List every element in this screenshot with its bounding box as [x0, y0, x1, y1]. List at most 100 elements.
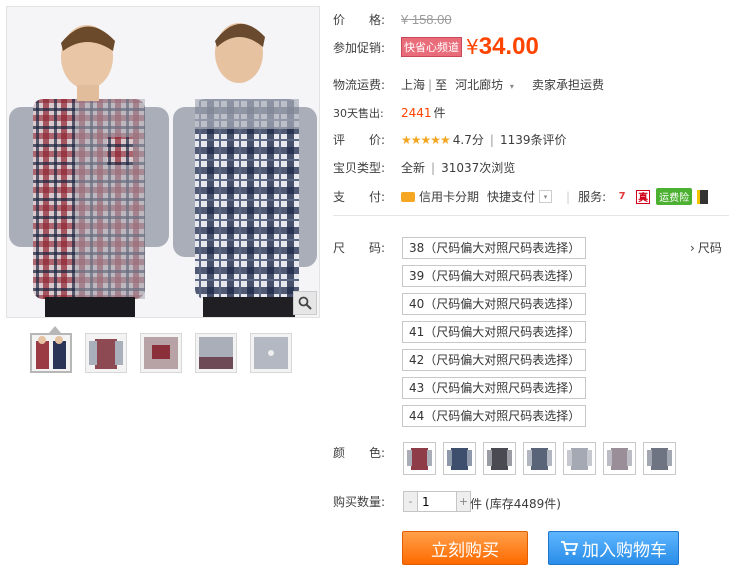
size-chart-link[interactable]: › 尺码 [690, 239, 722, 256]
rating-score: 4.7分 [452, 133, 484, 147]
swatch-image [407, 448, 432, 470]
size-label: 尺 码: [333, 241, 386, 255]
reviews-link[interactable]: 1139条评价 [500, 131, 567, 148]
rating-row: 评 价: ★★★★★ 4.7分 | 1139条评价 [333, 131, 566, 148]
ship-destination-select[interactable]: 河北廊坊 ▾ [455, 76, 514, 93]
rating-stars: ★★★★★ [401, 132, 451, 147]
service-label: 服务: [578, 190, 607, 204]
size-option-39[interactable]: 39（尺码偏大对照尺码表选择） [402, 265, 586, 287]
product-photo [7, 7, 319, 317]
promo-row: 参加促销: 快省心频道 ¥ 34.00 [333, 33, 539, 61]
quantity-label-row: 购买数量: [333, 493, 401, 510]
size-label-row: 尺 码: [333, 239, 401, 256]
currency-symbol: ¥ [466, 35, 479, 59]
rating-sep: | [489, 132, 494, 147]
buy-now-button[interactable]: 立刻购买 [402, 531, 528, 565]
quantity-label: 购买数量: [333, 495, 386, 509]
thumbnail-5[interactable] [250, 333, 292, 373]
color-label: 颜 色: [333, 446, 386, 460]
color-swatch-1[interactable] [403, 442, 436, 475]
size-option-40[interactable]: 40（尺码偏大对照尺码表选择） [402, 293, 586, 315]
thumb-image [89, 339, 123, 369]
type-value: 全新 [401, 161, 426, 175]
color-swatch-4[interactable] [523, 442, 556, 475]
price-row: 价 格: ¥ 158.00 [333, 11, 452, 28]
color-swatch-7[interactable] [643, 442, 676, 475]
size-option-44[interactable]: 44（尺码偏大对照尺码表选择） [402, 405, 586, 427]
genuine-guarantee-icon[interactable]: 真 [636, 189, 651, 204]
color-swatch-5[interactable] [563, 442, 596, 475]
zoom-button[interactable] [293, 291, 317, 315]
sales-unit: 件 [433, 106, 446, 120]
shipping-insurance-badge[interactable]: 运费险 [656, 188, 693, 205]
stock-count: (库存4489件) [485, 497, 561, 511]
ship-from: 上海 [401, 78, 426, 92]
thumb-indicator [49, 326, 61, 333]
expand-icon[interactable]: ▾ [539, 190, 553, 203]
thumb-image [199, 337, 233, 369]
color-swatch-2[interactable] [443, 442, 476, 475]
promo-price: 34.00 [478, 33, 539, 60]
chevron-down-icon: ▾ [509, 82, 514, 91]
seven-day-return-icon[interactable]: 7 [614, 189, 630, 205]
swatch-image [567, 448, 592, 470]
size-option-43[interactable]: 43（尺码偏大对照尺码表选择） [402, 377, 586, 399]
size-option-41[interactable]: 41（尺码偏大对照尺码表选择） [402, 321, 586, 343]
payment-label: 支 付: [333, 190, 386, 204]
shipping-row: 物流运费: 上海 | 至 河北廊坊 ▾ 卖家承担运费 [333, 76, 604, 93]
type-row: 宝贝类型: 全新 | 31037次浏览 [333, 159, 515, 176]
promo-badge[interactable]: 快省心频道 [401, 37, 462, 57]
sales-label: 30天售出: [333, 106, 384, 120]
ship-to: 河北廊坊 [455, 78, 504, 92]
quantity-input[interactable] [417, 492, 457, 511]
promo-label: 参加促销: [333, 40, 386, 55]
cart-icon [561, 541, 578, 556]
thumbnail-strip [30, 333, 292, 373]
quantity-unit: 件 [470, 497, 483, 511]
payment-row: 支 付: 信用卡分期 快捷支付 ▾ | 服务: 7 真 运费险 [333, 188, 709, 205]
magnifier-icon [298, 296, 312, 310]
thumb-image [144, 337, 178, 369]
swatch-image [647, 448, 672, 470]
type-label: 宝贝类型: [333, 161, 386, 175]
size-option-38[interactable]: 38（尺码偏大对照尺码表选择） [402, 237, 586, 259]
credit-card-icon [401, 191, 415, 202]
thumbnail-2[interactable] [85, 333, 127, 373]
thumb-image [36, 336, 66, 369]
color-swatch-3[interactable] [483, 442, 516, 475]
more-services-icon[interactable] [697, 189, 709, 204]
view-count: 31037次浏览 [441, 161, 516, 175]
stock-info: 件 (库存4489件) [470, 495, 561, 512]
size-chart-text: 尺码 [697, 241, 722, 255]
ship-sep: | [428, 77, 433, 92]
thumbnail-1[interactable] [30, 333, 72, 373]
rating-label: 评 价: [333, 133, 386, 147]
shipping-label: 物流运费: [333, 78, 386, 92]
quick-pay-link[interactable]: 快捷支付 [487, 188, 535, 205]
thumb-image [254, 337, 288, 369]
type-sep: | [431, 160, 436, 175]
thumbnail-4[interactable] [195, 333, 237, 373]
quantity-minus-button[interactable]: - [404, 492, 417, 511]
sales-row: 30天售出: 2441 件 [333, 104, 446, 121]
swatch-image [527, 448, 552, 470]
quantity-stepper: - + [403, 491, 471, 512]
add-to-cart-label: 加入购物车 [582, 540, 667, 561]
price-label: 价 格: [333, 13, 386, 27]
section-divider [333, 215, 729, 216]
sales-count: 2441 [401, 105, 432, 120]
size-option-42[interactable]: 42（尺码偏大对照尺码表选择） [402, 349, 586, 371]
credit-installment-link[interactable]: 信用卡分期 [419, 188, 479, 205]
swatch-image [607, 448, 632, 470]
add-to-cart-button[interactable]: 加入购物车 [548, 531, 679, 565]
swatch-image [447, 448, 472, 470]
quantity-plus-button[interactable]: + [457, 492, 470, 511]
shipping-note: 卖家承担运费 [531, 78, 604, 92]
swatch-image [487, 448, 512, 470]
chevron-right-icon: › [690, 240, 695, 255]
original-price: ¥ 158.00 [401, 12, 452, 27]
color-swatch-6[interactable] [603, 442, 636, 475]
main-product-image[interactable] [6, 6, 320, 318]
thumbnail-3[interactable] [140, 333, 182, 373]
ship-to-prefix: 至 [435, 78, 448, 92]
